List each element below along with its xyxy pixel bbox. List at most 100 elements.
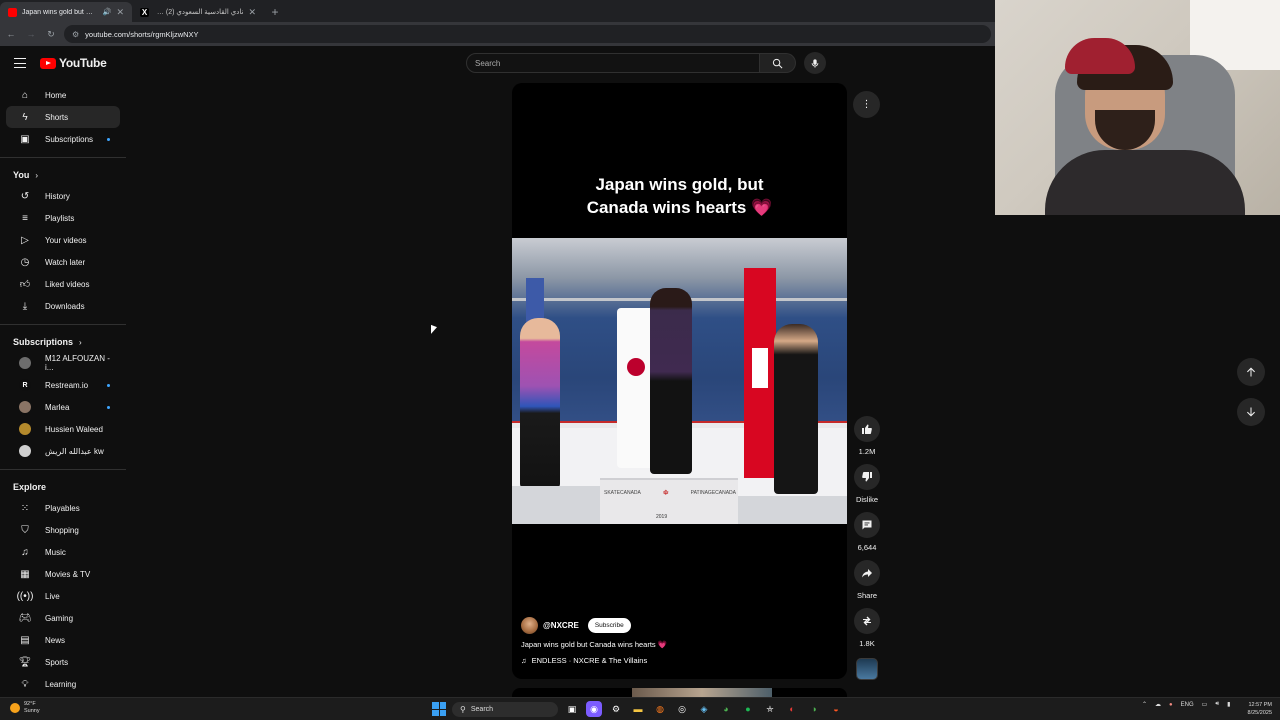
dislike-button[interactable] [854,464,880,490]
sidebar-channel-m12-alfouzan[interactable]: M12 ALFOUZAN - i... [6,352,120,374]
subscribe-button[interactable]: Subscribe [587,618,631,633]
sidebar-item-playlists[interactable]: ≡ Playlists [6,207,120,229]
sidebar-item-label: Hussien Waleed [45,424,103,434]
music-note-icon: ♫ [521,656,527,665]
file-explorer-icon[interactable]: ▬ [630,701,646,717]
sidebar-item-subscriptions[interactable]: ▣ Subscriptions [6,128,120,150]
mic-tray-icon[interactable]: ● [1169,702,1173,708]
steam-app-icon[interactable]: ◈ [696,701,712,717]
skater-right-image [774,324,818,494]
back-icon[interactable]: ← [4,27,18,41]
remix-icon [863,616,871,626]
network-icon[interactable]: ▭ [1202,701,1208,708]
chrome-app-icon[interactable]: ◕ [718,701,734,717]
like-button[interactable] [854,416,880,442]
sidebar-item-movies-tv[interactable]: ▦ Movies & TV [6,563,120,585]
heart-emoji-icon: 💗 [657,640,668,649]
youtube-play-icon [40,57,56,69]
next-short-button[interactable] [1237,398,1265,426]
sidebar-item-your-videos[interactable]: ▷ Your videos [6,229,120,251]
new-tab-button[interactable]: + [264,2,286,22]
menu-icon[interactable] [14,58,26,68]
onedrive-icon[interactable]: ☁ [1155,701,1161,708]
caption-line-1: Japan wins gold, but [595,175,764,194]
browser-tab-youtube[interactable]: Japan wins gold but Canada w 🔊 ✕ [0,2,132,22]
windows-taskbar: 92°F Sunny ⚲ Search ▣ ◉ ⚙ ▬ ◍ ◎ ◈ ◕ ● ⛤ … [0,697,1280,720]
sidebar-item-shorts[interactable]: ϟ Shorts [6,106,120,128]
settings-app-icon[interactable]: ⚙ [608,701,624,717]
news-icon: ▤ [20,634,30,646]
search-button[interactable] [760,53,796,73]
sidebar-channel-marlea[interactable]: Marlea [6,396,120,418]
tab-title: Japan wins gold but Canada w [22,8,98,16]
sidebar-channel-restream[interactable]: R Restream.io [6,374,120,396]
sidebar-item-learning[interactable]: 💡︎ Learning [6,673,120,695]
sidebar-item-label: M12 ALFOUZAN - i... [45,354,110,372]
sidebar-item-history[interactable]: ↺ History [6,185,120,207]
channel-name[interactable]: @NXCRE [543,621,579,630]
forward-icon[interactable]: → [24,27,38,41]
obs-app-icon[interactable]: ◎ [674,701,690,717]
chrome-profile-icon[interactable]: ◑ [806,701,822,717]
speaker-icon[interactable]: 🔊 [103,8,112,16]
input-language[interactable]: ENG [1181,702,1194,708]
more-options-button[interactable]: ⋮ [853,91,880,118]
youtube-logo[interactable]: YouTube [40,56,107,70]
voice-search-button[interactable] [804,52,826,74]
clock-date: 8/25/2025 [1247,710,1272,716]
sidebar-item-music[interactable]: ♫ Music [6,541,120,563]
youtube-favicon-icon [8,7,17,17]
browser-tab-x[interactable]: X نادي القادسية السعودي (2) on X ✕ [132,2,264,22]
channel-avatar[interactable] [521,617,538,634]
weather-widget[interactable]: 92°F Sunny [10,701,40,715]
sidebar-item-watch-later[interactable]: ◷ Watch later [6,251,120,273]
sidebar-item-shopping[interactable]: ⛉ Shopping [6,519,120,541]
spotify-app-icon[interactable]: ● [740,701,756,717]
sidebar-item-playables[interactable]: ⁙ Playables [6,497,120,519]
sound-thumbnail[interactable] [856,658,878,680]
shorts-player[interactable]: Japan wins gold, but Canada wins hearts … [512,83,847,679]
taskbar-search[interactable]: ⚲ Search [452,701,558,717]
reload-icon[interactable]: ↻ [44,27,58,41]
music-link[interactable]: ♫ ENDLESS · NXCRE & The Villains [521,656,647,665]
sidebar-item-downloads[interactable]: ⤓ Downloads [6,295,120,317]
short-title[interactable]: Japan wins gold but Canada wins hearts 💗 [521,640,667,649]
share-button[interactable] [854,560,880,586]
address-bar[interactable]: ⚙ youtube.com/shorts/rgmKljzwNXY [64,25,991,43]
app-orange-icon[interactable]: ◒ [828,701,844,717]
windows-start-icon[interactable] [432,702,446,716]
sidebar-section-you[interactable]: You › [0,165,126,185]
sidebar-item-home[interactable]: ⌂ Home [6,84,120,106]
firefox-app-icon[interactable]: ◍ [652,701,668,717]
avatar: R [19,379,31,391]
sidebar-section-subscriptions[interactable]: Subscriptions › [0,332,126,352]
close-tab-icon[interactable]: ✕ [116,7,124,18]
sidebar-item-sports[interactable]: 🏆︎ Sports [6,651,120,673]
comments-button[interactable] [854,512,880,538]
remix-count: 1.8K [859,639,875,648]
sidebar-item-liked-videos[interactable]: 👍︎ Liked videos [6,273,120,295]
new-content-dot [107,384,110,387]
previous-short-button[interactable] [1237,358,1265,386]
app-red-icon[interactable]: ◐ [784,701,800,717]
sidebar-channel-hussien-waleed[interactable]: Hussien Waleed [6,418,120,440]
task-view-icon[interactable]: ▣ [564,701,580,717]
sidebar-channel-abdullah[interactable]: عبدالله الريش kw [6,440,120,462]
music-icon: ♫ [21,546,29,558]
search-input[interactable]: Search [466,53,760,73]
close-tab-icon[interactable]: ✕ [248,7,256,18]
tab-title: نادي القادسية السعودي (2) on X [154,9,244,16]
discord-app-icon[interactable]: ◉ [586,701,602,717]
volume-icon[interactable]: 🔊︎ [1215,701,1219,708]
battery-icon[interactable]: ▮ [1227,701,1230,708]
share-label: Share [856,591,877,600]
epic-games-icon[interactable]: ⛤ [762,701,778,717]
remix-button[interactable] [854,608,880,634]
sidebar-item-news[interactable]: ▤ News [6,629,120,651]
taskbar-clock[interactable]: 12:57 PM 8/25/2025 [1236,701,1272,717]
sidebar-item-live[interactable]: ((•)) Live [6,585,120,607]
history-icon: ↺ [20,190,30,202]
tray-overflow-icon[interactable]: ⌃ [1142,701,1147,708]
sidebar-item-gaming[interactable]: 🎮︎ Gaming [6,607,120,629]
site-info-icon[interactable]: ⚙ [72,30,79,39]
